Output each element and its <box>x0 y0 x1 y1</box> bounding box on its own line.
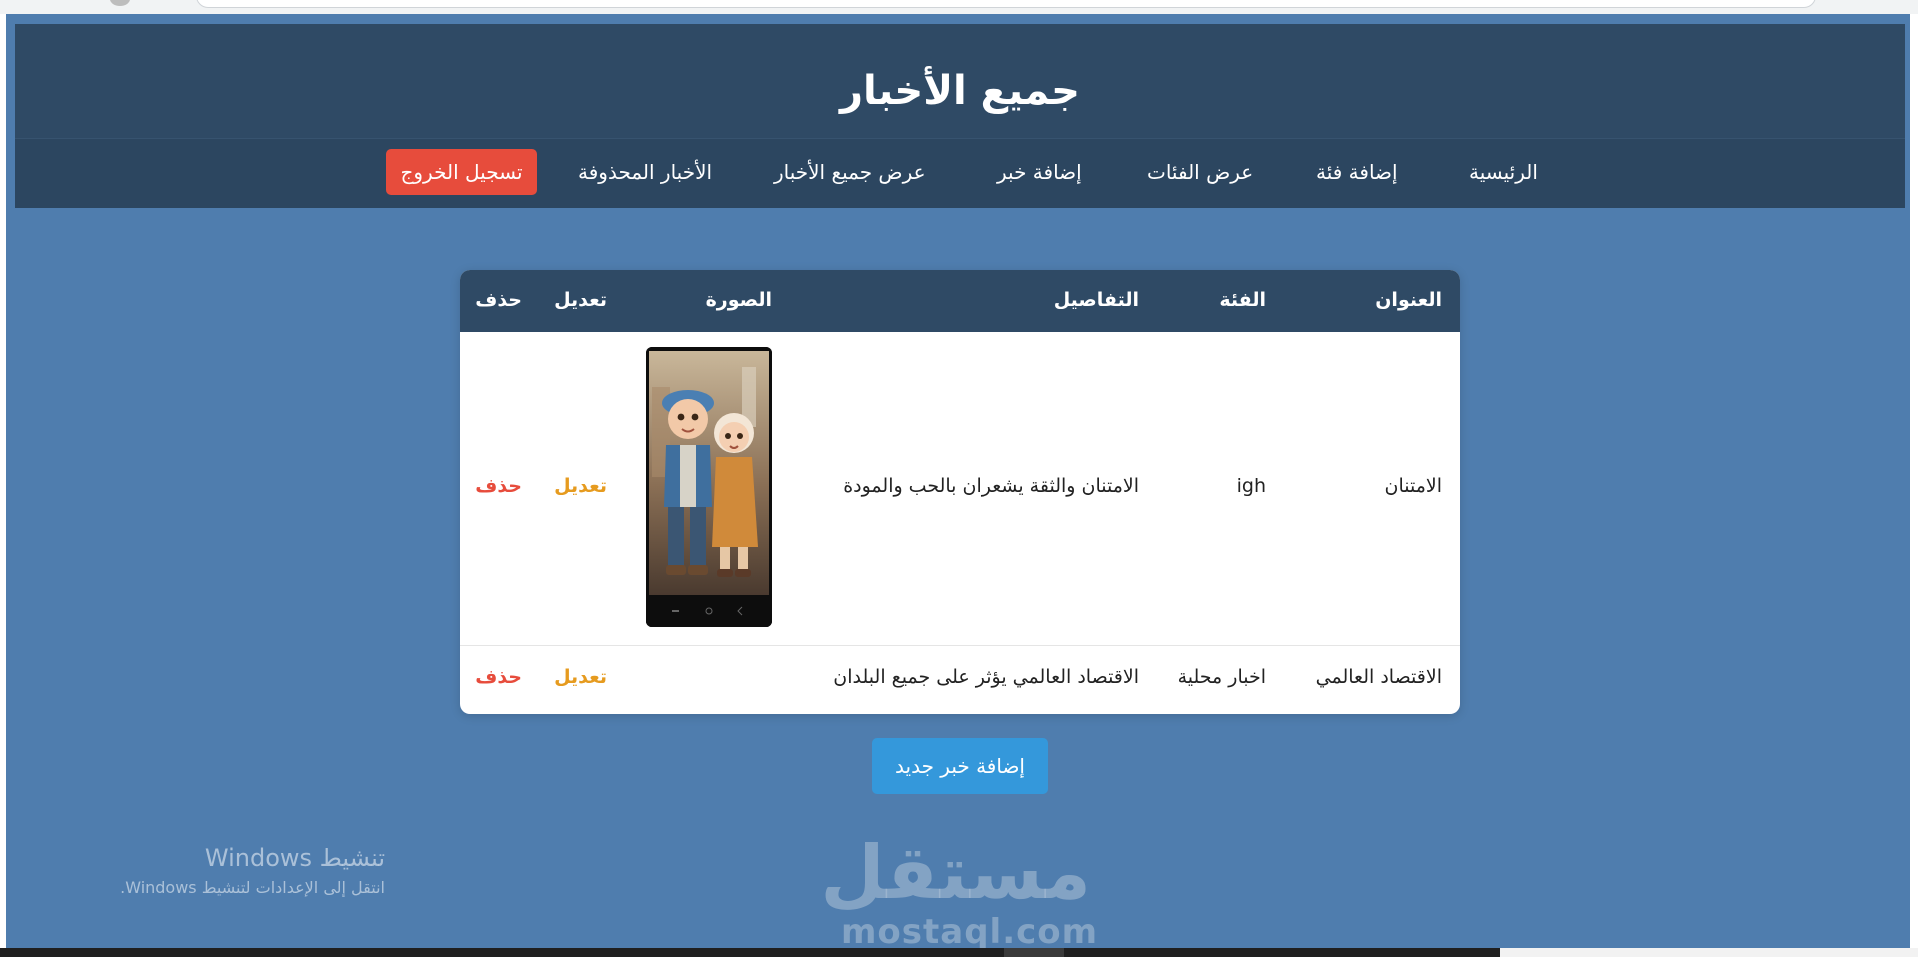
page: جميع الأخبار الرئيسية إضافة فئة عرض الفئ… <box>6 14 1910 948</box>
mostaql-watermark: مستقل mostaql.com <box>820 830 1099 948</box>
main-nav: الرئيسية إضافة فئة عرض الفئات إضافة خبر … <box>15 138 1905 208</box>
column-header-category: الفئة <box>1219 289 1266 311</box>
site-header: جميع الأخبار <box>15 24 1905 148</box>
cell-title: الاقتصاد العالمي <box>1315 666 1442 688</box>
edit-link[interactable]: تعديل <box>554 475 607 497</box>
delete-link[interactable]: حذف <box>475 666 522 688</box>
cell-title: الامتنان <box>1384 475 1442 497</box>
watermark-latin: mostaql.com <box>841 912 1099 948</box>
taskbar-item[interactable] <box>1500 948 1918 957</box>
column-header-delete: حذف <box>475 289 522 311</box>
nav-item-deleted-news[interactable]: الأخبار المحذوفة <box>578 160 712 184</box>
taskbar <box>0 948 1918 957</box>
cell-category: اخبار محلية <box>1177 666 1266 688</box>
column-header-title: العنوان <box>1375 289 1442 311</box>
news-image <box>646 347 772 627</box>
windows-activation-subtitle: انتقل إلى الإعدادات لتنشيط Windows. <box>120 878 385 897</box>
nav-item-home[interactable]: الرئيسية <box>1469 160 1538 184</box>
delete-link[interactable]: حذف <box>475 475 522 497</box>
add-news-button[interactable]: إضافة خبر جديد <box>872 738 1048 794</box>
nav-item-add-category[interactable]: إضافة فئة <box>1316 160 1398 184</box>
nav-item-view-categories[interactable]: عرض الفئات <box>1147 160 1253 184</box>
column-header-edit: تعديل <box>554 289 607 311</box>
browser-toolbar <box>0 0 1918 14</box>
table-header: العنوان الفئة التفاصيل الصورة تعديل حذف <box>460 270 1460 332</box>
cell-details: الاقتصاد العالمي يؤثر على جميع البلدان <box>833 666 1139 688</box>
browser-icon <box>110 0 130 6</box>
address-bar[interactable] <box>196 0 1816 8</box>
edit-link[interactable]: تعديل <box>554 666 607 688</box>
nav-item-all-news[interactable]: عرض جميع الأخبار <box>774 160 926 184</box>
windows-activation-notice: تنشيط Windows انتقل إلى الإعدادات لتنشيط… <box>102 844 385 897</box>
nav-item-add-news[interactable]: إضافة خبر <box>997 160 1082 184</box>
cell-details: الامتنان والثقة يشعران بالحب والمودة <box>843 475 1139 497</box>
news-table: العنوان الفئة التفاصيل الصورة تعديل حذف … <box>460 270 1460 714</box>
logout-button[interactable]: تسجيل الخروج <box>386 149 537 195</box>
table-row: الامتنان igh الامتنان والثقة يشعران بالح… <box>460 332 1460 646</box>
windows-activation-title: تنشيط Windows <box>204 844 385 872</box>
page-title: جميع الأخبار <box>840 68 1080 114</box>
column-header-details: التفاصيل <box>1053 289 1139 311</box>
column-header-image: الصورة <box>705 289 772 311</box>
taskbar-item[interactable] <box>1004 948 1064 957</box>
cell-category: igh <box>1236 475 1266 497</box>
table-row: الاقتصاد العالمي اخبار محلية الاقتصاد ال… <box>460 646 1460 714</box>
watermark-arabic: مستقل <box>820 830 1091 916</box>
